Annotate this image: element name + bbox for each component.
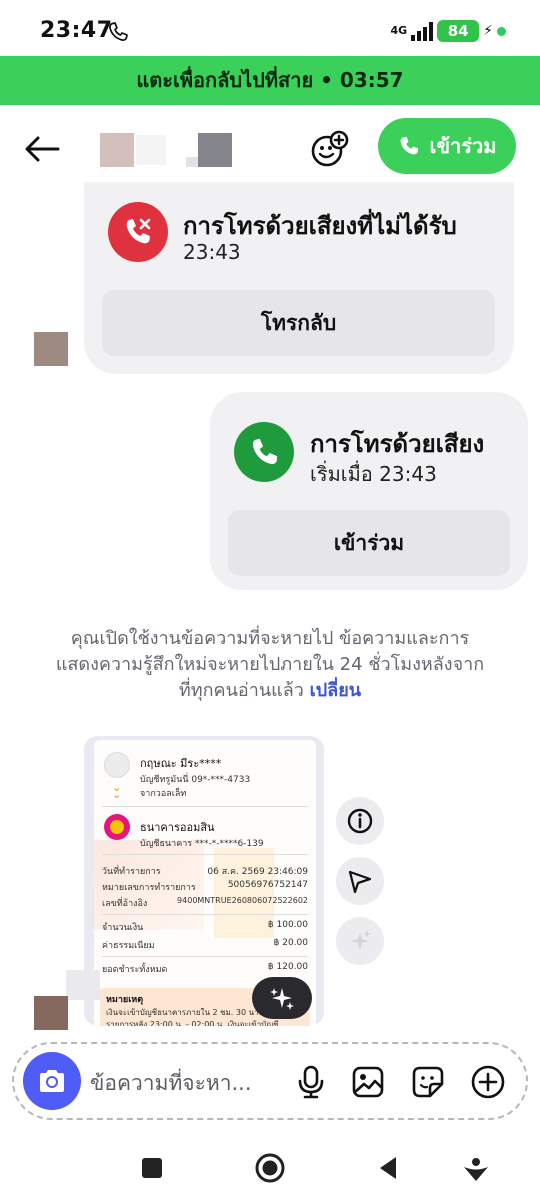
forward-button[interactable] <box>336 857 384 905</box>
payer-account: บัญชีทรูมันนี่ 09*-***-4733 <box>140 775 251 785</box>
chat-header: เข้าร่วม <box>0 105 540 190</box>
add-effects-icon[interactable] <box>310 129 350 169</box>
missed-call-time: 23:43 <box>183 240 241 264</box>
change-link[interactable]: เปลี่ยน <box>310 680 361 701</box>
system-navigation-bar <box>0 1136 540 1200</box>
voice-call-started: เริ่มเมื่อ 23:43 <box>310 462 437 486</box>
receipt-row-value: 06 ส.ค. 2569 23:46:09 <box>207 867 308 877</box>
return-to-call-banner[interactable]: แตะเพื่อกลับไปที่สาย • 03:57 <box>0 56 540 105</box>
join-voice-call-button[interactable]: เข้าร่วม <box>228 510 510 576</box>
amount-label: จำนวนเงิน <box>102 923 144 933</box>
note-title: หมายเหตุ <box>106 995 144 1005</box>
camera-icon <box>40 1070 64 1092</box>
receipt-row-label: หมายเลขการทำรายการ <box>102 883 196 893</box>
payer-name: กฤษณะ มีระ**** <box>140 757 222 770</box>
group-avatar[interactable] <box>198 133 232 167</box>
phone-call-status-icon <box>109 22 128 41</box>
camera-button[interactable] <box>23 1052 81 1110</box>
notice-line: แสดงความรู้สึกใหม่จะหายไปภายใน 24 ชั่วโม… <box>55 654 485 675</box>
info-icon <box>347 808 373 834</box>
notice-line-end: ที่ทุกคนอ่านแล้ว <box>178 680 304 701</box>
bank-name: ธนาคารออมสิน <box>140 821 215 834</box>
receipt-row-value: 9400MNTRUE260806072522602 <box>177 896 308 905</box>
call-back-button[interactable]: โทรกลับ <box>102 290 495 356</box>
message-input[interactable] <box>90 1066 286 1100</box>
voice-call-icon <box>234 422 294 482</box>
bank-logo-icon <box>104 814 130 840</box>
fee-label: ค่าธรรมเนียม <box>102 941 155 951</box>
total-value: ฿ 120.00 <box>267 962 308 972</box>
group-avatar[interactable] <box>100 133 134 167</box>
divider <box>102 854 308 855</box>
divider <box>102 806 308 807</box>
note-line: รายการหลัง 23:00 น. - 02:00 น. เงินจะเข้… <box>106 1020 279 1026</box>
back-triangle-icon <box>380 1157 396 1179</box>
group-avatar-part <box>136 135 166 165</box>
ai-sparkle-button[interactable] <box>252 977 312 1019</box>
network-type: 4G <box>390 24 408 37</box>
plus-circle-icon <box>471 1065 505 1099</box>
sparkle-icon <box>270 988 294 1010</box>
disappearing-messages-notice: คุณเปิดใช้งานข้อความที่จะหายไป ข้อความแล… <box>30 626 510 704</box>
join-call-button[interactable]: เข้าร่วม <box>378 118 516 174</box>
home-button[interactable] <box>252 1150 288 1186</box>
receipt-row-label: เลขที่อ้างอิง <box>102 899 148 909</box>
gallery-button[interactable] <box>349 1063 387 1101</box>
status-time: 23:47 <box>40 18 113 43</box>
image-icon <box>352 1066 384 1098</box>
sender-avatar[interactable] <box>34 996 68 1030</box>
sticker-button[interactable] <box>409 1063 447 1101</box>
microphone-icon <box>298 1065 324 1099</box>
signal-icon <box>411 21 434 41</box>
notice-line: คุณเปิดใช้งานข้อความที่จะหายไป ข้อความแล… <box>70 628 470 649</box>
missed-call-message[interactable]: การโทรด้วยเสียงที่ไม่ได้รับ 23:43 โทรกลั… <box>84 182 514 374</box>
sticker-icon <box>412 1066 444 1098</box>
amount-value: ฿ 100.00 <box>267 920 308 930</box>
receipt-row-value: 50056976752147 <box>227 880 308 890</box>
sender-avatar[interactable] <box>34 332 68 366</box>
sparkle-icon <box>351 930 371 950</box>
battery-level: 84 <box>437 20 480 42</box>
notice-line: ที่ทุกคนอ่านแล้ว เปลี่ยน <box>30 678 510 704</box>
payer-avatar-icon <box>104 752 130 778</box>
divider <box>102 956 308 957</box>
more-options-button[interactable] <box>469 1063 507 1101</box>
charging-icon: ⚡ <box>483 23 493 39</box>
recents-square-icon <box>142 1158 162 1178</box>
privacy-dot-icon <box>497 26 506 36</box>
home-circle-icon <box>255 1153 285 1183</box>
recents-button[interactable] <box>134 1150 170 1186</box>
sender-avatar-part <box>66 970 100 1000</box>
bank-account: บัญชีธนาคาร ***-*-****6-139 <box>140 839 264 849</box>
assistant-button[interactable] <box>458 1150 494 1186</box>
missed-call-icon <box>108 202 168 262</box>
join-call-label: เข้าร่วม <box>429 134 497 158</box>
status-bar: 23:47 4G 84 ⚡ <box>0 0 540 56</box>
fee-value: ฿ 20.00 <box>273 938 308 948</box>
assistant-icon <box>464 1158 488 1181</box>
divider <box>102 914 308 915</box>
receipt-watermark <box>214 848 274 938</box>
receipt-row-label: วันที่ทำรายการ <box>102 867 161 877</box>
back-button[interactable] <box>370 1150 406 1186</box>
status-indicators: 4G 84 ⚡ <box>390 20 506 42</box>
send-forward-icon <box>348 870 372 894</box>
ai-action-button[interactable] <box>336 917 384 965</box>
phone-icon <box>400 136 418 155</box>
voice-call-message[interactable]: การโทรด้วยเสียง เริ่มเมื่อ 23:43 เข้าร่ว… <box>210 392 528 590</box>
message-composer <box>12 1042 528 1120</box>
info-button[interactable] <box>336 797 384 845</box>
chevron-down-icon: ⌄ ⌄ <box>112 781 122 801</box>
payer-source: จากวอลเล็ท <box>140 789 187 799</box>
microphone-button[interactable] <box>292 1063 330 1101</box>
total-label: ยอดชำระทั้งหมด <box>102 965 168 975</box>
back-arrow-icon[interactable] <box>22 129 62 169</box>
